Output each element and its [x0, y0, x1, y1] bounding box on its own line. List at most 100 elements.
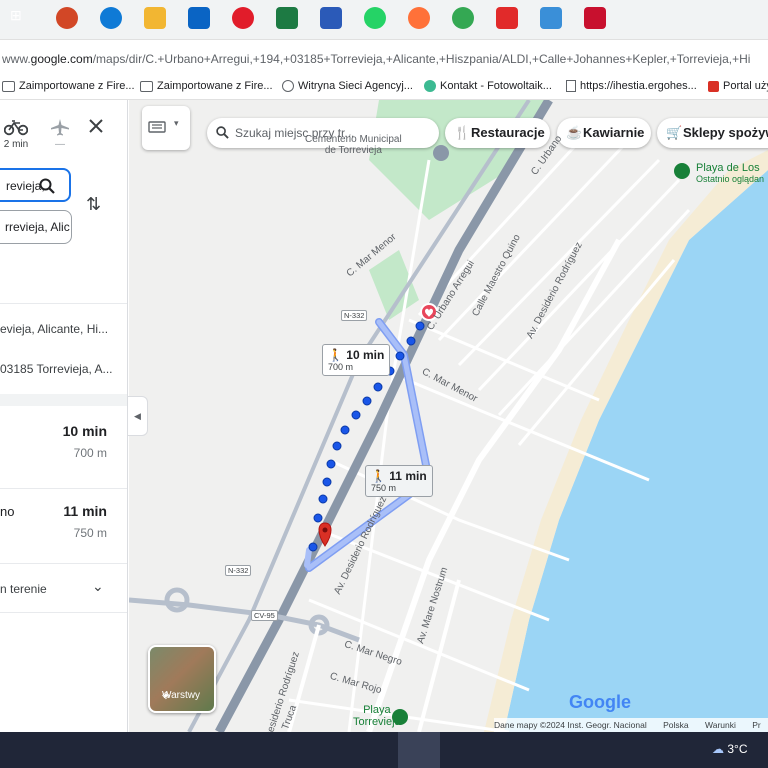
divider	[0, 612, 127, 613]
active-app-highlight	[398, 732, 440, 768]
bookmark-label: Witryna Sieci Agencyj...	[298, 80, 413, 92]
beach-place-label[interactable]: Playa de Los Ostatnio oglądan	[696, 162, 764, 184]
divider	[0, 303, 127, 304]
swap-directions-button[interactable]: ⇅	[86, 194, 101, 215]
chip-label: Sklepy spożyw	[683, 125, 768, 140]
road-shield: N-332	[225, 565, 252, 576]
divider	[0, 563, 127, 564]
airplane-icon	[51, 119, 69, 136]
map-canvas[interactable]: ▾ Szukaj miejsc przy tr... 🍴 Restauracje …	[129, 100, 768, 732]
bookmark-ihestia[interactable]: https://ihestia.ergohes...	[566, 80, 697, 92]
attribution-country[interactable]: Polska	[663, 720, 689, 730]
cloud-icon: ☁	[712, 742, 724, 756]
opera-icon[interactable]	[232, 7, 254, 29]
cemetery-label-line-1: Cementerio Municipal	[305, 134, 402, 145]
task-view-icon[interactable]: ⊞	[10, 7, 32, 29]
destination-input[interactable]: rrevieja, Alic	[0, 210, 72, 244]
bookmarks-bar: Zaimportowane z Fire... Zaimportowane z …	[0, 76, 768, 100]
folder-icon	[140, 80, 153, 92]
edge-icon[interactable]	[100, 7, 122, 29]
favicon	[424, 80, 436, 92]
road-shield: N-332	[341, 310, 368, 321]
bookmark-label: Zaimportowane z Fire...	[157, 80, 273, 92]
url-path: /maps/dir/C.+Urbano+Arregui,+194,+03185+…	[92, 52, 751, 66]
chevron-down-icon: ⌄	[92, 578, 104, 594]
chip-restaurants[interactable]: 🍴 Restauracje	[445, 118, 550, 148]
waypoint-origin-text[interactable]: evieja, Alicante, Hi...	[0, 322, 108, 336]
flight-time: —	[55, 139, 65, 150]
chip-label: Restauracje	[471, 125, 545, 140]
layers-label: Warstwy	[162, 690, 200, 701]
cemetery-label[interactable]: Cementerio Municipal de Torrevieja	[305, 134, 402, 156]
fork-knife-icon: 🍴	[454, 125, 471, 140]
paint-icon[interactable]	[540, 7, 562, 29]
search-icon[interactable]	[39, 178, 55, 194]
playa-torrevieja-label[interactable]: Playa Torrevieja	[353, 704, 401, 728]
firefox-icon[interactable]	[408, 7, 430, 29]
excel-icon[interactable]	[276, 7, 298, 29]
bookmark-kontakt[interactable]: Kontakt - Fotowoltaik...	[424, 80, 552, 92]
callout-time: 11 min	[389, 469, 427, 483]
callout-time: 10 min	[346, 348, 385, 362]
word-icon[interactable]	[320, 7, 342, 29]
attribution-privacy[interactable]: Pr	[752, 720, 761, 730]
coffee-icon: ☕	[566, 125, 583, 140]
beach-name: Playa de Los	[696, 162, 760, 174]
bookmark-label: https://ihestia.ergohes...	[580, 80, 697, 92]
url-domain: google.com	[30, 52, 93, 66]
terrain-option-label[interactable]: n terenie	[0, 582, 47, 596]
powerpoint-icon[interactable]	[56, 7, 78, 29]
playa-line-2: Torrevieja	[353, 716, 401, 728]
mode-bicycle[interactable]: 2 min	[3, 118, 29, 150]
attribution-terms[interactable]: Warunki	[705, 720, 736, 730]
mode-flight[interactable]: —	[48, 118, 72, 150]
chrome-icon[interactable]	[452, 7, 474, 29]
chevron-left-icon: ◀	[134, 411, 141, 421]
divider	[0, 488, 127, 489]
close-directions-button[interactable]	[88, 118, 104, 139]
weather-temp: 3°C	[727, 742, 748, 756]
outlook-icon[interactable]	[188, 7, 210, 29]
callout-distance: 750 m	[371, 483, 397, 493]
file-explorer-icon[interactable]	[144, 7, 166, 29]
walking-icon: 🚶	[328, 348, 343, 362]
origin-input[interactable]: revieja,	[0, 168, 71, 202]
primary-route-callout[interactable]: 🚶 10 min 700 m	[322, 344, 391, 376]
favicon	[708, 80, 719, 92]
weather-widget[interactable]: ☁ 3°C	[712, 742, 747, 756]
keyboard-input-button[interactable]: ▾	[142, 106, 190, 150]
map-attribution: Dane mapy ©2024 Inst. Geogr. Nacional Po…	[494, 718, 768, 732]
bookmark-witryna[interactable]: Witryna Sieci Agencyj...	[282, 80, 413, 92]
page-icon	[566, 80, 576, 92]
mcafee-icon[interactable]	[584, 7, 606, 29]
chip-cafes[interactable]: ☕ Kawiarnie	[557, 118, 651, 148]
terrain-expand-button[interactable]: ⌄	[92, 578, 104, 595]
bookmark-folder-2[interactable]: Zaimportowane z Fire...	[140, 80, 273, 92]
collapse-panel-button[interactable]: ◀	[128, 396, 148, 436]
directions-panel: 2 min — revieja, ⇅ rrevieja, Alic evieja…	[0, 100, 128, 732]
alt-route-callout[interactable]: 🚶 11 min 750 m	[365, 465, 433, 497]
attribution-data: Dane mapy ©2024 Inst. Geogr. Nacional	[494, 720, 647, 730]
chip-groceries[interactable]: 🛒 Sklepy spożyw	[657, 118, 768, 148]
destination-value: rrevieja, Alic	[5, 220, 70, 234]
dropdown-arrow-icon[interactable]: ▾	[174, 118, 179, 129]
waypoint-destination-text[interactable]: 03185 Torrevieja, A...	[0, 362, 113, 376]
route-time: 10 min	[62, 423, 107, 439]
search-icon	[216, 126, 229, 139]
screen: www.google.com/maps/dir/C.+Urbano+Arregu…	[0, 0, 768, 768]
cemetery-label-line-2: de Torrevieja	[324, 145, 382, 156]
bike-time: 2 min	[3, 139, 29, 150]
whatsapp-icon[interactable]	[364, 7, 386, 29]
taskbar	[0, 732, 768, 768]
bookmark-portal[interactable]: Portal uży	[708, 80, 768, 92]
globe-icon	[282, 80, 294, 92]
bookmark-folder-1[interactable]: Zaimportowane z Fire...	[2, 80, 135, 92]
address-bar[interactable]: www.google.com/maps/dir/C.+Urbano+Arregu…	[0, 44, 768, 74]
layers-button[interactable]: ◈ Warstwy	[148, 645, 216, 713]
bookmark-label: Kontakt - Fotowoltaik...	[440, 80, 552, 92]
road-shield: CV-95	[251, 610, 278, 621]
map-graphic	[129, 100, 768, 732]
callout-distance: 700 m	[328, 362, 354, 372]
acrobat-icon[interactable]	[496, 7, 518, 29]
url-prefix: www.	[2, 52, 31, 66]
